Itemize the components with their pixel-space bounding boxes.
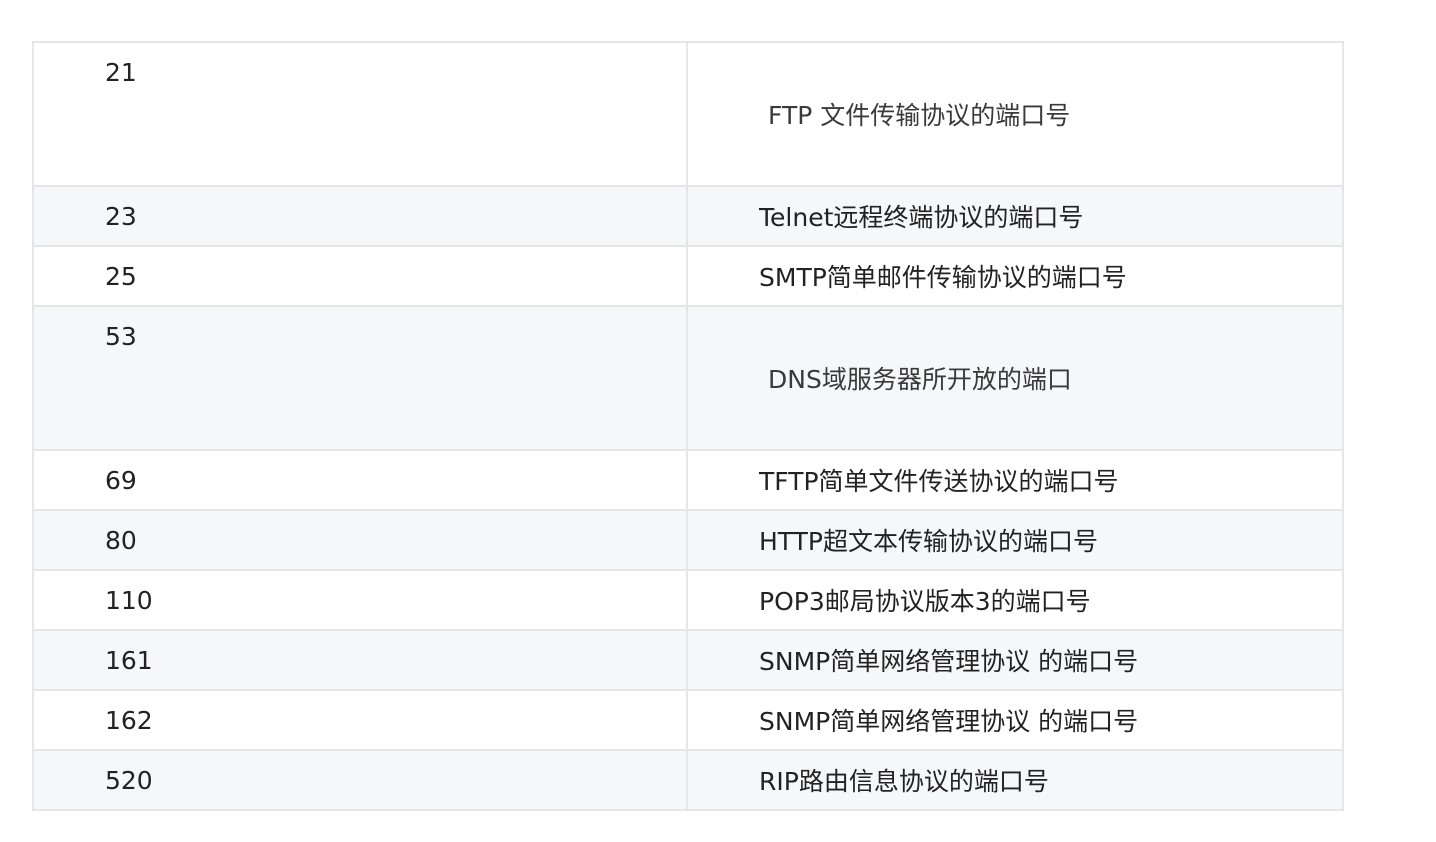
table-row: 520 RIP路由信息协议的端口号 xyxy=(32,749,1344,811)
port-table-body: 21 FTP 文件传输协议的端口号 23 Telnet远程终端协议的端口号 25… xyxy=(32,41,1344,811)
description-cell: FTP 文件传输协议的端口号 xyxy=(686,41,1344,187)
port-cell: 69 xyxy=(32,449,688,511)
table-row: 161 SNMP简单网络管理协议 的端口号 xyxy=(32,629,1344,691)
table-row: 162 SNMP简单网络管理协议 的端口号 xyxy=(32,689,1344,751)
description-cell: SMTP简单邮件传输协议的端口号 xyxy=(686,245,1344,307)
table-row: 23 Telnet远程终端协议的端口号 xyxy=(32,185,1344,247)
port-cell: 80 xyxy=(32,509,688,571)
port-cell: 25 xyxy=(32,245,688,307)
description-cell: SNMP简单网络管理协议 的端口号 xyxy=(686,629,1344,691)
description-cell: DNS域服务器所开放的端口 xyxy=(686,305,1344,451)
port-table: 21 FTP 文件传输协议的端口号 23 Telnet远程终端协议的端口号 25… xyxy=(32,41,1344,811)
port-table-container: 21 FTP 文件传输协议的端口号 23 Telnet远程终端协议的端口号 25… xyxy=(32,41,1344,811)
description-cell: TFTP简单文件传送协议的端口号 xyxy=(686,449,1344,511)
port-cell: 21 xyxy=(32,41,688,187)
port-cell: 23 xyxy=(32,185,688,247)
description-cell: SNMP简单网络管理协议 的端口号 xyxy=(686,689,1344,751)
table-row: 110 POP3邮局协议版本3的端口号 xyxy=(32,569,1344,631)
table-row: 80 HTTP超文本传输协议的端口号 xyxy=(32,509,1344,571)
table-row: 25 SMTP简单邮件传输协议的端口号 xyxy=(32,245,1344,307)
table-row: 21 FTP 文件传输协议的端口号 xyxy=(32,41,1344,187)
table-row: 69 TFTP简单文件传送协议的端口号 xyxy=(32,449,1344,511)
description-cell: RIP路由信息协议的端口号 xyxy=(686,749,1344,811)
description-cell: POP3邮局协议版本3的端口号 xyxy=(686,569,1344,631)
description-cell: Telnet远程终端协议的端口号 xyxy=(686,185,1344,247)
port-cell: 162 xyxy=(32,689,688,751)
description-cell: HTTP超文本传输协议的端口号 xyxy=(686,509,1344,571)
port-cell: 161 xyxy=(32,629,688,691)
port-cell: 53 xyxy=(32,305,688,451)
port-cell: 110 xyxy=(32,569,688,631)
port-cell: 520 xyxy=(32,749,688,811)
table-row: 53 DNS域服务器所开放的端口 xyxy=(32,305,1344,451)
